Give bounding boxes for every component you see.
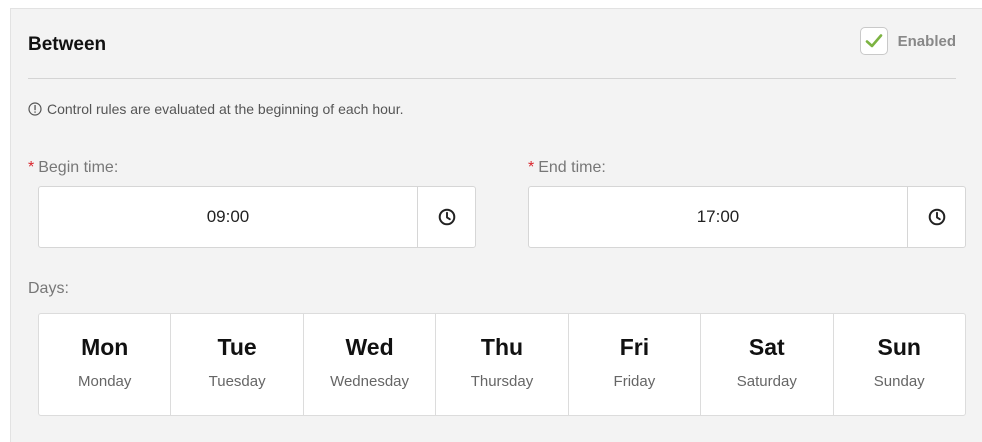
day-monday[interactable]: Mon Monday — [39, 314, 170, 415]
enabled-toggle[interactable]: Enabled — [859, 25, 956, 57]
begin-time-input[interactable] — [39, 187, 417, 247]
day-sunday[interactable]: Sun Sunday — [832, 314, 965, 415]
enabled-label: Enabled — [897, 32, 956, 50]
day-short-label: Mon — [81, 334, 129, 360]
day-short-label: Sun — [877, 334, 921, 360]
day-tuesday[interactable]: Tue Tuesday — [170, 314, 302, 415]
day-short-label: Tue — [217, 334, 257, 360]
day-long-label: Sunday — [873, 373, 925, 390]
clock-icon — [438, 208, 455, 226]
section-title: Between — [28, 34, 107, 55]
required-marker: * — [528, 159, 535, 176]
section-header: Between Enabled — [28, 22, 956, 72]
begin-time-label: Begin time: — [38, 159, 119, 176]
day-long-label: Thursday — [470, 373, 534, 390]
begin-time-clock-button[interactable] — [417, 187, 475, 247]
clock-icon — [928, 208, 945, 226]
end-time-label: End time: — [538, 159, 606, 176]
required-marker: * — [28, 159, 35, 176]
day-long-label: Saturday — [736, 373, 797, 390]
days-selector: Mon Monday Tue Tuesday Wed Wednesday Thu… — [38, 313, 966, 416]
end-time-input[interactable] — [529, 187, 907, 247]
begin-time-field — [38, 186, 476, 248]
end-time-label-row: * End time: — [528, 159, 606, 177]
day-friday[interactable]: Fri Friday — [567, 314, 700, 415]
day-long-label: Monday — [78, 373, 132, 390]
info-text: Control rules are evaluated at the begin… — [47, 101, 404, 117]
header-divider — [28, 78, 956, 79]
day-long-label: Friday — [613, 373, 656, 390]
info-circle-icon — [28, 102, 42, 116]
enabled-checkbox[interactable] — [859, 27, 888, 55]
day-short-label: Thu — [480, 334, 524, 360]
day-short-label: Wed — [345, 334, 394, 360]
checkmark-icon — [865, 34, 882, 48]
info-note: Control rules are evaluated at the begin… — [28, 101, 403, 117]
day-saturday[interactable]: Sat Saturday — [700, 314, 832, 415]
day-thursday[interactable]: Thu Thursday — [435, 314, 567, 415]
end-time-field — [528, 186, 966, 248]
begin-time-label-row: * Begin time: — [28, 159, 118, 177]
day-wednesday[interactable]: Wed Wednesday — [302, 314, 435, 415]
day-long-label: Wednesday — [330, 373, 410, 390]
day-short-label: Fri — [619, 334, 650, 360]
end-time-clock-button[interactable] — [907, 187, 965, 247]
day-long-label: Tuesday — [208, 373, 266, 390]
days-label: Days: — [28, 280, 69, 297]
day-short-label: Sat — [748, 334, 785, 360]
